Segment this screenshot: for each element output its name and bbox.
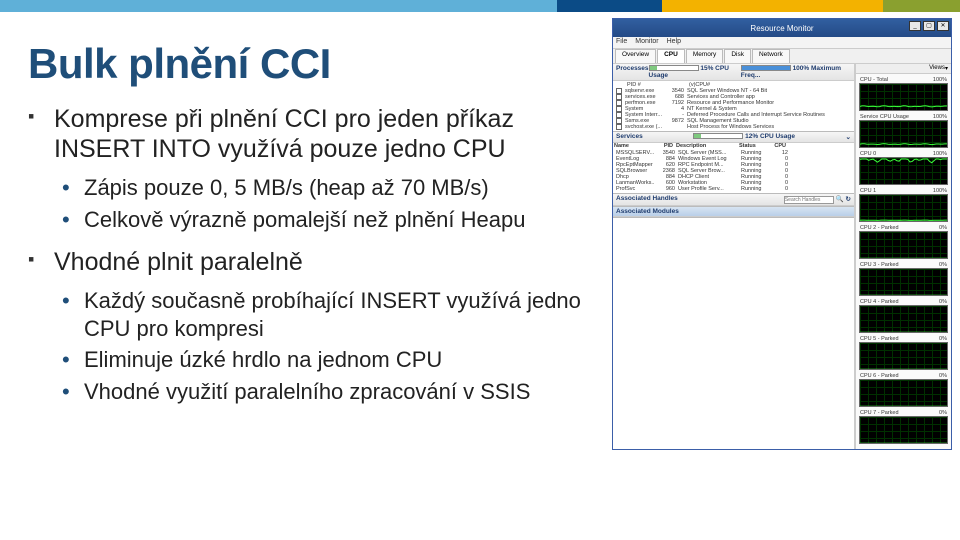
tab-overview[interactable]: Overview [615,49,656,63]
accent-seg [883,0,960,12]
bullet-l2: Vhodné využití paralelního zpracování v … [28,378,602,406]
processes-panel: Processes 15% CPU Usage 100% Maximum Fre… [613,64,854,132]
table-row[interactable]: ProfSvc960User Profile Serv...Running0 [615,186,852,192]
max-freq-bar-icon [741,65,791,71]
window-titlebar[interactable]: Resource Monitor _ ▢ ✕ [613,19,951,37]
charts-pane: Views ▾ CPU - Total100%Service CPU Usage… [855,64,951,449]
tab-network[interactable]: Network [752,49,790,63]
tab-cpu[interactable]: CPU [657,49,685,63]
svc-cpu-text: 12% CPU Usage [745,133,795,140]
close-button[interactable]: ✕ [937,21,949,31]
cpu-chart: CPU 4 - Parked0% [859,299,948,333]
assoc-modules-label[interactable]: Associated Modules [616,208,679,215]
cpu-chart: CPU 1100% [859,188,948,222]
bullet-l1: Komprese při plnění CCI pro jeden příkaz… [28,104,602,164]
menu-bar: File Monitor Help [613,37,951,49]
bullet-l2: Eliminuje úzké hrdlo na jednom CPU [28,346,602,374]
services-table: MSSQLSERV...3540SQL Server (MSS...Runnin… [613,149,854,193]
views-button[interactable]: Views [929,65,945,72]
associated-handles-panel: Associated Handles 🔍 ↻ [613,194,854,207]
assoc-handles-label[interactable]: Associated Handles [616,195,678,204]
bullet-l2: Zápis pouze 0, 5 MB/s (heap až 70 MB/s) [28,174,602,202]
accent-seg [0,0,557,12]
accent-topbar [0,0,960,12]
cpu-chart: CPU - Total100% [859,77,948,111]
bullet-l2: Celkově výrazně pomalejší než plnění Hea… [28,206,602,234]
proc-pid: 9872 [666,118,684,124]
cpu-chart: Service CPU Usage100% [859,114,948,148]
proc-desc: Host Process for Windows Services [687,124,851,130]
text-column: Bulk plnění CCI Komprese při plnění CCI … [0,12,612,540]
cpu-chart: CPU 7 - Parked0% [859,410,948,444]
associated-modules-panel: Associated Modules [613,207,854,218]
menu-monitor[interactable]: Monitor [635,38,658,47]
chevron-down-icon[interactable]: ⌄ [846,133,851,141]
tab-disk[interactable]: Disk [724,49,751,63]
tab-bar: Overview CPU Memory Disk Network [613,49,951,64]
bullet-l1: Vhodné plnit paralelně [28,247,602,277]
menu-file[interactable]: File [616,38,627,47]
cpu-chart: CPU 5 - Parked0% [859,336,948,370]
services-label[interactable]: Services [616,133,643,141]
window-title: Resource Monitor [750,24,813,33]
accent-seg [557,0,663,12]
cpu-chart: CPU 3 - Parked0% [859,262,948,296]
resource-monitor-window: Resource Monitor _ ▢ ✕ File Monitor Help… [612,18,952,450]
checkbox[interactable] [616,124,622,130]
processes-label[interactable]: Processes [616,65,649,79]
tab-memory[interactable]: Memory [686,49,723,63]
processes-table: PID #(v)CPU#sqlservr.exe3540SQL Server W… [613,81,854,131]
cpu-usage-bar-icon [693,133,743,139]
search-handles-input[interactable] [784,196,834,204]
proc-name: svchost.exe (... [625,124,663,130]
cpu-usage-bar-icon [649,65,699,71]
minimize-button[interactable]: _ [909,21,921,31]
slide-title: Bulk plnění CCI [28,40,602,88]
table-row[interactable]: svchost.exe (... Host Process for Windows… [615,124,852,130]
screenshot-column: Resource Monitor _ ▢ ✕ File Monitor Help… [612,12,960,540]
left-pane: Processes 15% CPU Usage 100% Maximum Fre… [613,64,855,449]
slide-body: Bulk plnění CCI Komprese při plnění CCI … [0,12,960,540]
bullet-l2: Každý současně probíhající INSERT využív… [28,287,602,342]
accent-seg [662,0,883,12]
maximize-button[interactable]: ▢ [923,21,935,31]
services-panel: Services 12% CPU Usage ⌄ Name PID Descri… [613,132,854,194]
menu-help[interactable]: Help [667,38,681,47]
cpu-chart: CPU 6 - Parked0% [859,373,948,407]
cpu-chart: CPU 2 - Parked0% [859,225,948,259]
cpu-chart: CPU 0100% [859,151,948,185]
